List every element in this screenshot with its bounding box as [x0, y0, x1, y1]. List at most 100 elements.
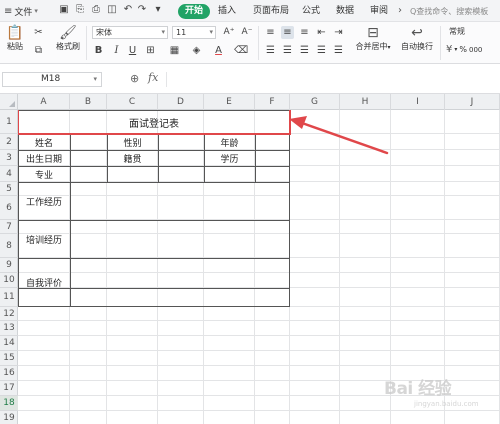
label-training-experience[interactable]: 培训经历	[18, 220, 70, 258]
label-work-experience[interactable]: 工作经历	[18, 182, 70, 220]
align-center-icon[interactable]: ☰	[281, 44, 294, 57]
row-header-19[interactable]: 19	[0, 411, 18, 424]
merge-center-label: 合并居中	[355, 42, 388, 51]
print-preview-icon[interactable]: ◫	[106, 4, 118, 16]
formula-input[interactable]	[166, 72, 496, 87]
font-size-select[interactable]: 11 ▾	[172, 26, 216, 39]
border-icon[interactable]: ⊞	[144, 44, 157, 57]
wrap-text-button[interactable]: ↩ 自动换行	[398, 25, 436, 52]
align-left-icon[interactable]: ☰	[264, 44, 277, 57]
undo-icon[interactable]: ↶	[122, 4, 134, 16]
column-header-g[interactable]: G	[290, 94, 340, 110]
print-icon[interactable]: ⎙	[90, 4, 102, 16]
align-right-icon[interactable]: ☰	[298, 44, 311, 57]
select-all-corner[interactable]	[0, 94, 18, 110]
row-header-15[interactable]: 15	[0, 351, 18, 366]
wrap-text-icon: ↩	[411, 25, 423, 41]
column-header-e[interactable]: E	[204, 94, 255, 110]
align-bottom-icon[interactable]: ≡	[298, 26, 311, 39]
tab-page-layout[interactable]: 页面布局	[253, 4, 289, 18]
bold-button[interactable]: B	[92, 44, 105, 57]
align-top-icon[interactable]: ≡	[264, 26, 277, 39]
row-header-14[interactable]: 14	[0, 336, 18, 351]
row-header-16[interactable]: 16	[0, 366, 18, 381]
form-border-v	[255, 134, 256, 183]
number-format-select[interactable]: 常规	[446, 26, 498, 39]
row-header-7[interactable]: 7	[0, 220, 18, 234]
function-icon[interactable]: fx	[148, 71, 158, 84]
percent-button[interactable]: %	[459, 45, 467, 54]
export-icon[interactable]: ⎘	[74, 4, 86, 16]
tab-formulas[interactable]: 公式	[302, 4, 320, 18]
label-age[interactable]: 年龄	[204, 134, 255, 150]
align-middle-icon[interactable]: ≡	[281, 26, 294, 39]
row-header-13[interactable]: 13	[0, 321, 18, 336]
fill-color-icon[interactable]: ◈	[190, 44, 203, 57]
label-native-place[interactable]: 籍贯	[107, 150, 158, 166]
row-header-9[interactable]: 9	[0, 258, 18, 273]
indent-increase-icon[interactable]: ⇥	[332, 26, 345, 39]
justify-icon[interactable]: ☰	[315, 44, 328, 57]
indent-decrease-icon[interactable]: ⇤	[315, 26, 328, 39]
tab-start[interactable]: 开始	[178, 4, 210, 19]
save-icon[interactable]: ▣	[58, 4, 70, 16]
redo-icon[interactable]: ↷	[136, 4, 148, 16]
format-painter-button[interactable]: 🖌 格式刷	[54, 25, 82, 52]
label-education[interactable]: 学历	[204, 150, 255, 166]
row-header-4[interactable]: 4	[0, 166, 18, 182]
row-header-8[interactable]: 8	[0, 234, 18, 258]
zoom-icon[interactable]: ⊕	[130, 72, 139, 85]
copy-icon[interactable]: ⧉	[32, 44, 45, 57]
file-menu[interactable]: ≡ 文件 ▾	[4, 4, 38, 18]
column-header-b[interactable]: B	[70, 94, 107, 110]
distributed-icon[interactable]: ☰	[332, 44, 345, 57]
row-header-6[interactable]: 6	[0, 196, 18, 220]
search-placeholder: Q查找命令、搜索模板	[410, 6, 489, 16]
font-grow-button[interactable]: A⁺	[222, 26, 236, 39]
row-header-17[interactable]: 17	[0, 381, 18, 396]
font-color-button[interactable]: A	[212, 44, 225, 57]
font-name-select[interactable]: 宋体 ▾	[92, 26, 168, 39]
grid-icon[interactable]: ▦	[168, 44, 181, 57]
font-shrink-button[interactable]: A⁻	[240, 26, 254, 39]
label-name[interactable]: 姓名	[18, 134, 70, 150]
column-header-d[interactable]: D	[158, 94, 204, 110]
cut-icon[interactable]: ✂	[32, 26, 45, 39]
thousands-button[interactable]: 000	[469, 46, 482, 54]
command-search[interactable]: Q查找命令、搜索模板	[410, 4, 500, 18]
label-birth-date[interactable]: 出生日期	[18, 150, 70, 166]
column-header-h[interactable]: H	[340, 94, 391, 110]
row-header-1[interactable]: 1	[0, 110, 18, 134]
merge-center-button[interactable]: ⊟ 合并居中▾	[352, 25, 394, 52]
column-header-j[interactable]: J	[445, 94, 500, 110]
row-header-10[interactable]: 10	[0, 273, 18, 288]
column-header-a[interactable]: A	[18, 94, 70, 110]
gridline-horizontal	[18, 335, 500, 336]
currency-icon[interactable]: ¥	[446, 44, 452, 55]
row-header-11[interactable]: 11	[0, 288, 18, 307]
format-painter-label: 格式刷	[56, 42, 80, 51]
tab-insert[interactable]: 插入	[218, 4, 236, 18]
row-header-3[interactable]: 3	[0, 150, 18, 166]
clear-format-icon[interactable]: ⌫	[234, 44, 248, 57]
underline-button[interactable]: U	[126, 44, 139, 57]
row-header-18[interactable]: 18	[0, 396, 18, 411]
row-header-5[interactable]: 5	[0, 182, 18, 196]
paste-button[interactable]: 📋 粘贴	[4, 25, 26, 52]
tab-review[interactable]: 审阅	[370, 4, 388, 18]
italic-button[interactable]: I	[110, 44, 123, 57]
label-major[interactable]: 专业	[18, 166, 70, 182]
label-gender[interactable]: 性别	[107, 134, 158, 150]
chevron-down-icon: ▾	[161, 28, 165, 36]
more-chevron-icon[interactable]: ▾	[152, 4, 164, 16]
label-self-evaluation[interactable]: 自我评价	[18, 258, 70, 307]
column-header-f[interactable]: F	[255, 94, 290, 110]
row-header-12[interactable]: 12	[0, 307, 18, 321]
row-header-2[interactable]: 2	[0, 134, 18, 150]
column-header-c[interactable]: C	[107, 94, 158, 110]
chevron-down-icon: ▾	[387, 44, 391, 51]
column-header-i[interactable]: I	[391, 94, 445, 110]
chevron-right-icon[interactable]: ›	[394, 4, 406, 18]
name-box[interactable]: M18 ▾	[2, 72, 102, 87]
tab-data[interactable]: 数据	[336, 4, 354, 18]
